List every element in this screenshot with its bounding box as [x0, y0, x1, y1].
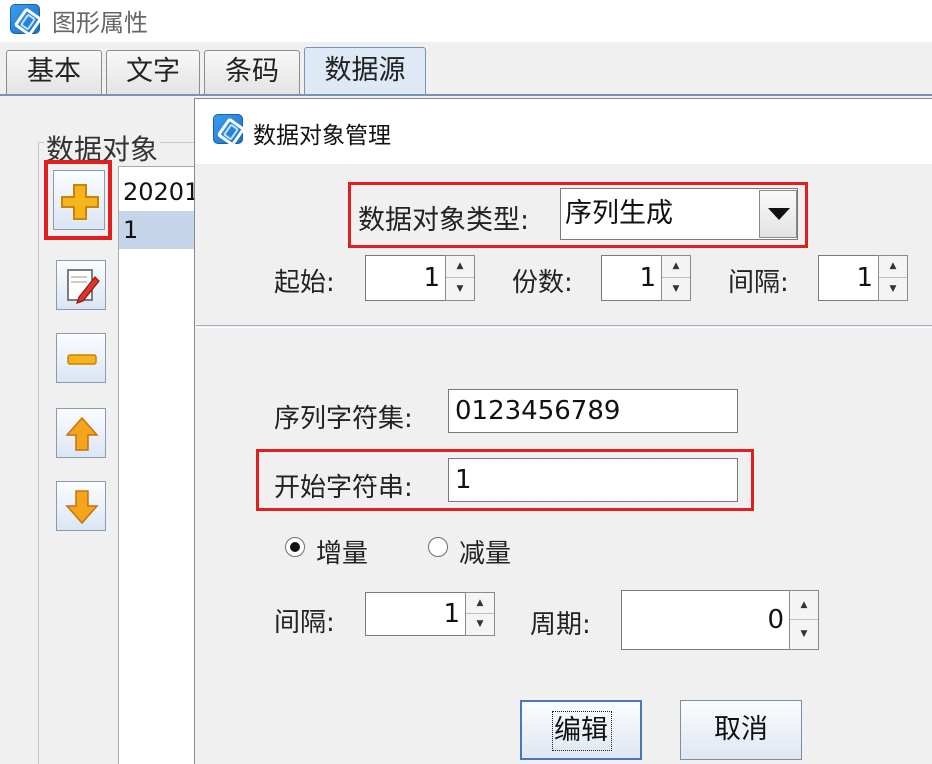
list-item-selected[interactable]: 1	[119, 211, 199, 249]
app-icon	[10, 4, 40, 34]
copies-stepper[interactable]: ▲ ▼	[661, 255, 691, 301]
stepper-down-icon[interactable]: ▼	[446, 278, 474, 300]
copies-label: 份数:	[512, 268, 573, 298]
stepper-up-icon[interactable]: ▲	[446, 256, 474, 278]
decrement-label[interactable]: 减量	[459, 533, 511, 570]
tab-barcode[interactable]: 条码	[204, 50, 300, 94]
period-input[interactable]: 0	[621, 590, 791, 650]
remove-icon	[67, 354, 97, 365]
window-title: 图形属性	[52, 9, 148, 37]
decrement-radio[interactable]	[428, 537, 448, 557]
section-divider	[196, 325, 932, 326]
charset-label: 序列字符集:	[274, 404, 413, 434]
data-object-type-value: 序列生成	[565, 198, 673, 229]
chevron-down-icon	[768, 208, 790, 220]
step-label: 间隔:	[274, 608, 335, 638]
tab-panel-border	[0, 94, 932, 96]
tab-datasource[interactable]: 数据源	[304, 47, 426, 95]
edit-dialog-button[interactable]: 编辑	[520, 700, 642, 760]
stepper-up-icon[interactable]: ▲	[790, 591, 818, 620]
step-input[interactable]: 1	[365, 592, 467, 636]
cancel-button[interactable]: 取消	[680, 700, 802, 760]
cancel-button-label: 取消	[714, 714, 768, 745]
stepper-down-icon[interactable]: ▼	[466, 614, 494, 635]
remove-button[interactable]	[56, 333, 106, 383]
type-dropdown-button[interactable]	[759, 190, 797, 238]
move-up-button[interactable]	[56, 408, 106, 458]
move-down-button[interactable]	[56, 481, 106, 531]
edit-icon	[67, 269, 100, 304]
start-stepper[interactable]: ▲ ▼	[445, 255, 475, 301]
tab-strip: 基本 文字 条码 数据源	[0, 42, 932, 96]
focus-ring	[552, 711, 612, 751]
stepper-up-icon[interactable]: ▲	[466, 593, 494, 614]
stepper-up-icon[interactable]: ▲	[662, 256, 690, 278]
start-input[interactable]: 1	[365, 255, 447, 301]
section-divider-highlight	[196, 327, 932, 328]
interval-stepper[interactable]: ▲ ▼	[878, 255, 908, 301]
add-icon	[61, 184, 99, 220]
list-item[interactable]: 20201	[119, 173, 199, 211]
stepper-down-icon[interactable]: ▼	[879, 278, 907, 300]
copies-input[interactable]: 1	[601, 255, 663, 301]
edit-button[interactable]	[56, 260, 106, 310]
dialog-app-icon	[213, 114, 243, 144]
start-label: 起始:	[274, 268, 335, 298]
period-label: 周期:	[530, 610, 591, 640]
stepper-down-icon[interactable]: ▼	[790, 620, 818, 649]
tab-basic[interactable]: 基本	[6, 50, 102, 94]
data-object-list[interactable]: 20201 1	[118, 166, 200, 764]
move-up-icon	[65, 416, 99, 451]
add-button[interactable]	[53, 170, 105, 230]
period-stepper[interactable]: ▲ ▼	[789, 590, 819, 650]
increment-radio[interactable]	[285, 537, 305, 557]
data-object-type-label: 数据对象类型:	[358, 205, 530, 236]
stepper-down-icon[interactable]: ▼	[662, 278, 690, 300]
start-string-input[interactable]: 1	[448, 458, 738, 502]
start-string-label: 开始字符串:	[274, 473, 413, 503]
stepper-up-icon[interactable]: ▲	[879, 256, 907, 278]
charset-input[interactable]: 0123456789	[448, 389, 738, 433]
move-down-icon	[65, 490, 99, 525]
tab-text[interactable]: 文字	[106, 50, 200, 94]
increment-label[interactable]: 增量	[316, 533, 368, 570]
dialog-title: 数据对象管理	[253, 123, 391, 149]
step-stepper[interactable]: ▲ ▼	[465, 592, 495, 636]
interval-input[interactable]: 1	[818, 255, 880, 301]
interval-label: 间隔:	[728, 268, 789, 298]
